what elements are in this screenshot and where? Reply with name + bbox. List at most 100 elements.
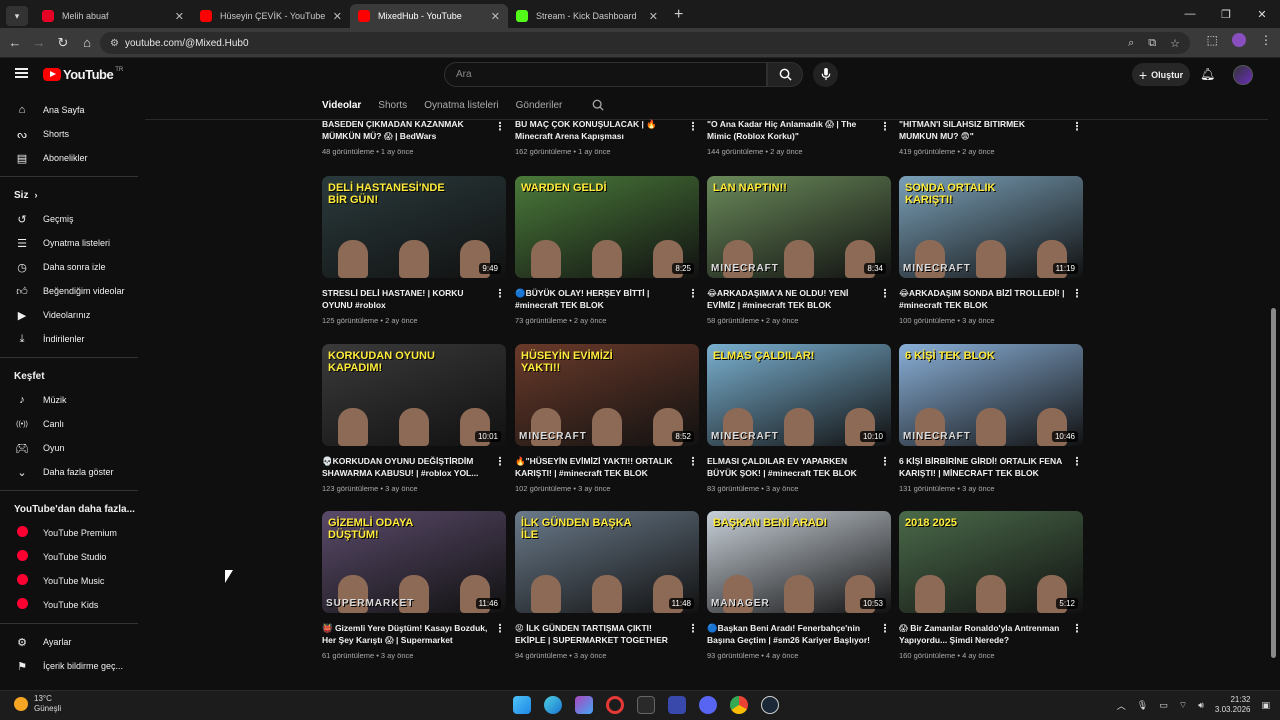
video-title[interactable]: ELMASI ÇALDILAR EV YAPARKEN BÜYÜK ŞOK! |…: [707, 455, 891, 479]
video-title[interactable]: 😂ARKADAŞIM SONDA BİZİ TROLLEDİ! | #minec…: [899, 287, 1083, 311]
video-thumbnail[interactable]: 6 KİŞİ TEK BLOK MINECRAFT 10:46: [899, 344, 1083, 446]
avatar[interactable]: [1233, 65, 1253, 85]
video-thumbnail[interactable]: BAŞKAN BENİ ARADI MANAGER 10:53: [707, 511, 891, 613]
sidebar-item-daha-sonra-izle[interactable]: ◷ Daha sonra izle: [0, 255, 140, 279]
video-card[interactable]: 6 KİŞİ TEK BLOK MINECRAFT 10:46 6 KİŞİ BİRB…: [899, 344, 1083, 493]
video-thumbnail[interactable]: ELMAS ÇALDILAR! MINECRAFT 10:10: [707, 344, 891, 446]
video-title[interactable]: "HITMAN'I SILAHSIZ BITIRMEK MUMKUN MU? 😨…: [899, 118, 1083, 142]
video-thumbnail[interactable]: WARDEN GELDİ 8:25: [515, 176, 699, 278]
site-info-icon[interactable]: ⚙: [110, 38, 119, 49]
more-options-icon[interactable]: ⋮: [1071, 455, 1083, 468]
sidebar-item-youtube-kids[interactable]: YouTube Kids: [0, 593, 140, 617]
video-card[interactable]: DELİ HASTANESİ'NDE BİR GÜN! 9:49 STRESLİ D…: [322, 176, 506, 325]
video-title[interactable]: STRESLİ DELİ HASTANE! | KORKU OYUNU #rob…: [322, 287, 506, 311]
video-card[interactable]: SONDA ORTALIK KARIŞTI! MINECRAFT 11:19 😂ARK…: [899, 176, 1083, 325]
video-card[interactable]: BAŞKAN BENİ ARADI MANAGER 10:53 🔵Başkan Ben…: [707, 511, 891, 660]
video-title[interactable]: BASEDEN ÇIKMADAN KAZANMAK MÜMKÜN MÜ? 😱 |…: [322, 118, 506, 142]
install-icon[interactable]: ⧉: [1148, 37, 1156, 50]
forward-button[interactable]: →: [27, 35, 51, 50]
video-title[interactable]: 😱 Bir Zamanlar Ronaldo'yla Antrenman Yap…: [899, 622, 1083, 646]
video-thumbnail[interactable]: GİZEMLİ ODAYA DÜŞTÜM! SUPERMARKET 11:46: [322, 511, 506, 613]
browser-tab[interactable]: Hüseyin ÇEVİK - YouTube ✕: [192, 4, 350, 28]
video-card[interactable]: "HITMAN'I SILAHSIZ BITIRMEK MUMKUN MU? 😨…: [899, 109, 1083, 156]
sidebar-item-canl-[interactable]: ((•)) Canlı: [0, 412, 140, 436]
new-tab-button[interactable]: +: [674, 6, 683, 24]
more-options-icon[interactable]: ⋮: [494, 455, 506, 468]
weather-widget[interactable]: 13°C Güneşli: [14, 694, 61, 714]
more-options-icon[interactable]: ⋮: [1071, 287, 1083, 300]
start-menu-icon[interactable]: [513, 696, 531, 714]
zoom-icon[interactable]: ⌕: [1128, 37, 1134, 50]
video-title[interactable]: 🔵BÜYÜK OLAY! HERŞEY BİTTİ | #minecraft T…: [515, 287, 699, 311]
more-options-icon[interactable]: ⋮: [1071, 120, 1083, 133]
chrome-icon[interactable]: [730, 696, 748, 714]
notification-center-icon[interactable]: ▣: [1261, 700, 1270, 711]
opera-icon[interactable]: [606, 696, 624, 714]
video-thumbnail[interactable]: DELİ HASTANESİ'NDE BİR GÜN! 9:49: [322, 176, 506, 278]
more-options-icon[interactable]: ⋮: [687, 287, 699, 300]
sidebar-item-youtube-premium[interactable]: YouTube Premium: [0, 521, 140, 545]
sidebar-item-oyun[interactable]: 🎮︎ Oyun: [0, 436, 140, 460]
video-card[interactable]: WARDEN GELDİ 8:25 🔵BÜYÜK OLAY! HERŞEY BİTT…: [515, 176, 699, 325]
video-title[interactable]: 6 KİŞİ BİRBİRİNE GİRDİ! ORTALIK FENA KAR…: [899, 455, 1083, 479]
sidebar-item-youtube-music[interactable]: YouTube Music: [0, 569, 140, 593]
video-thumbnail[interactable]: SONDA ORTALIK KARIŞTI! MINECRAFT 11:19: [899, 176, 1083, 278]
more-options-icon[interactable]: ⋮: [494, 120, 506, 133]
close-tab-icon[interactable]: ✕: [333, 10, 342, 23]
video-card[interactable]: 2018 2025 5:12 😱 Bir Zamanlar Ronaldo'yla …: [899, 511, 1083, 660]
more-options-icon[interactable]: ⋮: [879, 622, 891, 635]
home-button[interactable]: ⌂: [75, 35, 99, 50]
video-card[interactable]: İLK GÜNDEN BAŞKA İLE 11:48 😡 İLK GÜNDEN TA…: [515, 511, 699, 660]
video-title[interactable]: 😂ARKADAŞIMA'A NE OLDU! YENİ EVİMİZ | #mi…: [707, 287, 891, 311]
page-scrollbar[interactable]: [1271, 308, 1276, 658]
more-options-icon[interactable]: ⋮: [879, 120, 891, 133]
close-tab-icon[interactable]: ✕: [491, 10, 500, 23]
discord-icon[interactable]: [699, 696, 717, 714]
video-card[interactable]: BASEDEN ÇIKMADAN KAZANMAK MÜMKÜN MÜ? 😱 |…: [322, 109, 506, 156]
video-title[interactable]: 😡 İLK GÜNDEN TARTIŞMA ÇIKTI! EKİPLE | SU…: [515, 622, 699, 646]
notifications-bell-icon[interactable]: 🔔︎: [1200, 67, 1215, 81]
sidebar-item-abonelikler[interactable]: ▤ Abonelikler: [0, 146, 140, 170]
browser-tab[interactable]: Melih abuaf ✕: [34, 4, 192, 28]
sidebar-item-ana-sayfa[interactable]: ⌂ Ana Sayfa: [0, 98, 140, 122]
more-options-icon[interactable]: ⋮: [494, 287, 506, 300]
browser-tab[interactable]: Stream - Kick Dashboard ✕: [508, 4, 666, 28]
video-card[interactable]: LAN NAPTIN!! MINECRAFT 8:34 😂ARKADAŞIMA'A N…: [707, 176, 891, 325]
browser-tab[interactable]: MixedHub - YouTube ✕: [350, 4, 508, 28]
video-card[interactable]: BU MAÇ ÇOK KONUŞULACAK | 🔥 Minecraft Are…: [515, 109, 699, 156]
video-thumbnail[interactable]: HÜSEYİN EVİMİZİ YAKTI!! MINECRAFT 8:52: [515, 344, 699, 446]
video-title[interactable]: 🔵Başkan Beni Aradı! Fenerbahçe'nin Başın…: [707, 622, 891, 646]
sidebar-item-oynatma-listeleri[interactable]: ☰ Oynatma listeleri: [0, 231, 140, 255]
profile-icon[interactable]: [1232, 33, 1246, 47]
video-thumbnail[interactable]: KORKUDAN OYUNU KAPADIM! 10:01: [322, 344, 506, 446]
video-thumbnail[interactable]: LAN NAPTIN!! MINECRAFT 8:34: [707, 176, 891, 278]
search-input[interactable]: [456, 69, 766, 80]
back-button[interactable]: ←: [3, 35, 27, 50]
mic-tray-icon[interactable]: 🎙︎: [1137, 700, 1148, 711]
video-card[interactable]: HÜSEYİN EVİMİZİ YAKTI!! MINECRAFT 8:52 🔥"HÜ…: [515, 344, 699, 493]
edge-icon[interactable]: [544, 696, 562, 714]
video-card[interactable]: GİZEMLİ ODAYA DÜŞTÜM! SUPERMARKET 11:46 👹 G…: [322, 511, 506, 660]
tray-chevron-icon[interactable]: ︿: [1117, 699, 1126, 712]
create-button[interactable]: + Oluştur: [1132, 63, 1190, 86]
address-bar[interactable]: ⚙ youtube.com/@Mixed.Hub0 ⌕ ⧉ ☆: [100, 32, 1190, 54]
more-options-icon[interactable]: ⋮: [687, 120, 699, 133]
minimize-button[interactable]: —: [1172, 0, 1208, 28]
more-options-icon[interactable]: ⋮: [494, 622, 506, 635]
sidebar-item-daha-fazla-g-ster[interactable]: ⌄ Daha fazla göster: [0, 460, 140, 484]
video-card[interactable]: KORKUDAN OYUNU KAPADIM! 10:01 💀KORKUDAN OY…: [322, 344, 506, 493]
video-card[interactable]: ELMAS ÇALDILAR! MINECRAFT 10:10 ELMASI ÇALD…: [707, 344, 891, 493]
youtube-logo[interactable]: YouTube TR: [43, 67, 123, 82]
sidebar-you-heading[interactable]: Siz ›: [0, 183, 140, 207]
copilot-icon[interactable]: [575, 696, 593, 714]
epic-games-icon[interactable]: [637, 696, 655, 714]
voice-search-button[interactable]: [813, 62, 838, 87]
close-tab-icon[interactable]: ✕: [649, 10, 658, 23]
more-options-icon[interactable]: ⋮: [879, 455, 891, 468]
more-options-icon[interactable]: ⋮: [687, 455, 699, 468]
sidebar-item-m-zik[interactable]: ♪ Müzik: [0, 388, 140, 412]
video-thumbnail[interactable]: 2018 2025 5:12: [899, 511, 1083, 613]
sidebar-item-i-erik-bildirme-ge-[interactable]: ⚑ İçerik bildirme geç...: [0, 654, 140, 678]
volume-icon[interactable]: 🔊︎: [1198, 700, 1204, 711]
extensions-icon[interactable]: ⬚: [1207, 33, 1218, 47]
